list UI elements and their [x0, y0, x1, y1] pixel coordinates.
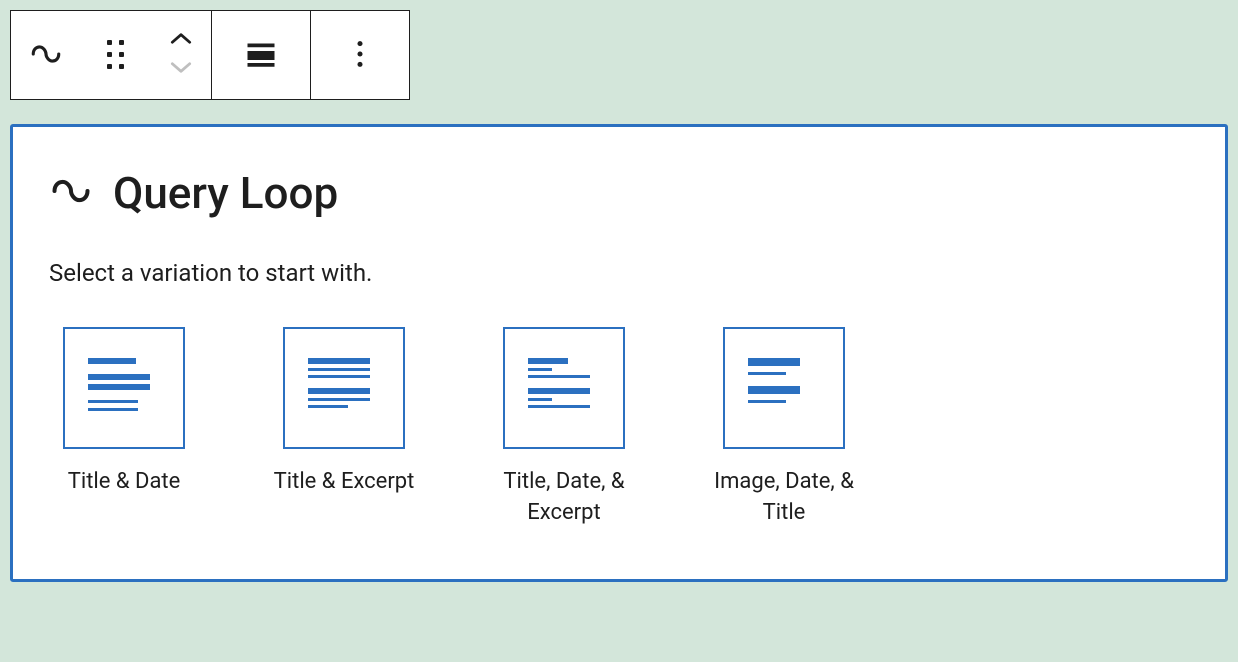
options-button[interactable]: [311, 11, 409, 99]
block-subtitle: Select a variation to start with.: [49, 259, 1189, 287]
block-type-button[interactable]: [11, 11, 81, 99]
toolbar-group-options: [311, 11, 409, 99]
image-date-title-icon: [723, 327, 845, 449]
variation-label: Title, Date, & Excerpt: [489, 467, 639, 529]
block-title: Query Loop: [113, 167, 338, 219]
drag-handle-icon: [107, 40, 125, 70]
chevron-up-icon: [168, 31, 194, 51]
toolbar-group-block-controls: [11, 11, 212, 99]
variation-title-date[interactable]: Title & Date: [49, 327, 199, 529]
variations-list: Title & Date Title & Excerpt: [49, 327, 1189, 529]
align-button[interactable]: [212, 11, 310, 99]
title-excerpt-icon: [283, 327, 405, 449]
block-header: Query Loop: [49, 167, 1189, 219]
drag-handle-button[interactable]: [81, 11, 151, 99]
chevron-down-icon: [168, 59, 194, 79]
title-date-icon: [63, 327, 185, 449]
variation-label: Title & Date: [68, 467, 181, 498]
variation-title-date-excerpt[interactable]: Title, Date, & Excerpt: [489, 327, 639, 529]
move-up-button[interactable]: [168, 31, 194, 51]
title-date-excerpt-icon: [503, 327, 625, 449]
variation-label: Image, Date, & Title: [709, 467, 859, 529]
variation-label: Title & Excerpt: [274, 467, 415, 498]
toolbar-group-align: [212, 11, 311, 99]
move-down-button[interactable]: [168, 59, 194, 79]
query-loop-icon: [29, 37, 63, 74]
query-loop-icon: [49, 169, 93, 217]
align-full-icon: [243, 36, 279, 75]
variation-image-date-title[interactable]: Image, Date, & Title: [709, 327, 859, 529]
ellipsis-vertical-icon: [347, 39, 373, 72]
block-mover: [151, 31, 211, 79]
variation-title-excerpt[interactable]: Title & Excerpt: [269, 327, 419, 529]
query-loop-placeholder: Query Loop Select a variation to start w…: [10, 124, 1228, 582]
block-toolbar: [10, 10, 410, 100]
